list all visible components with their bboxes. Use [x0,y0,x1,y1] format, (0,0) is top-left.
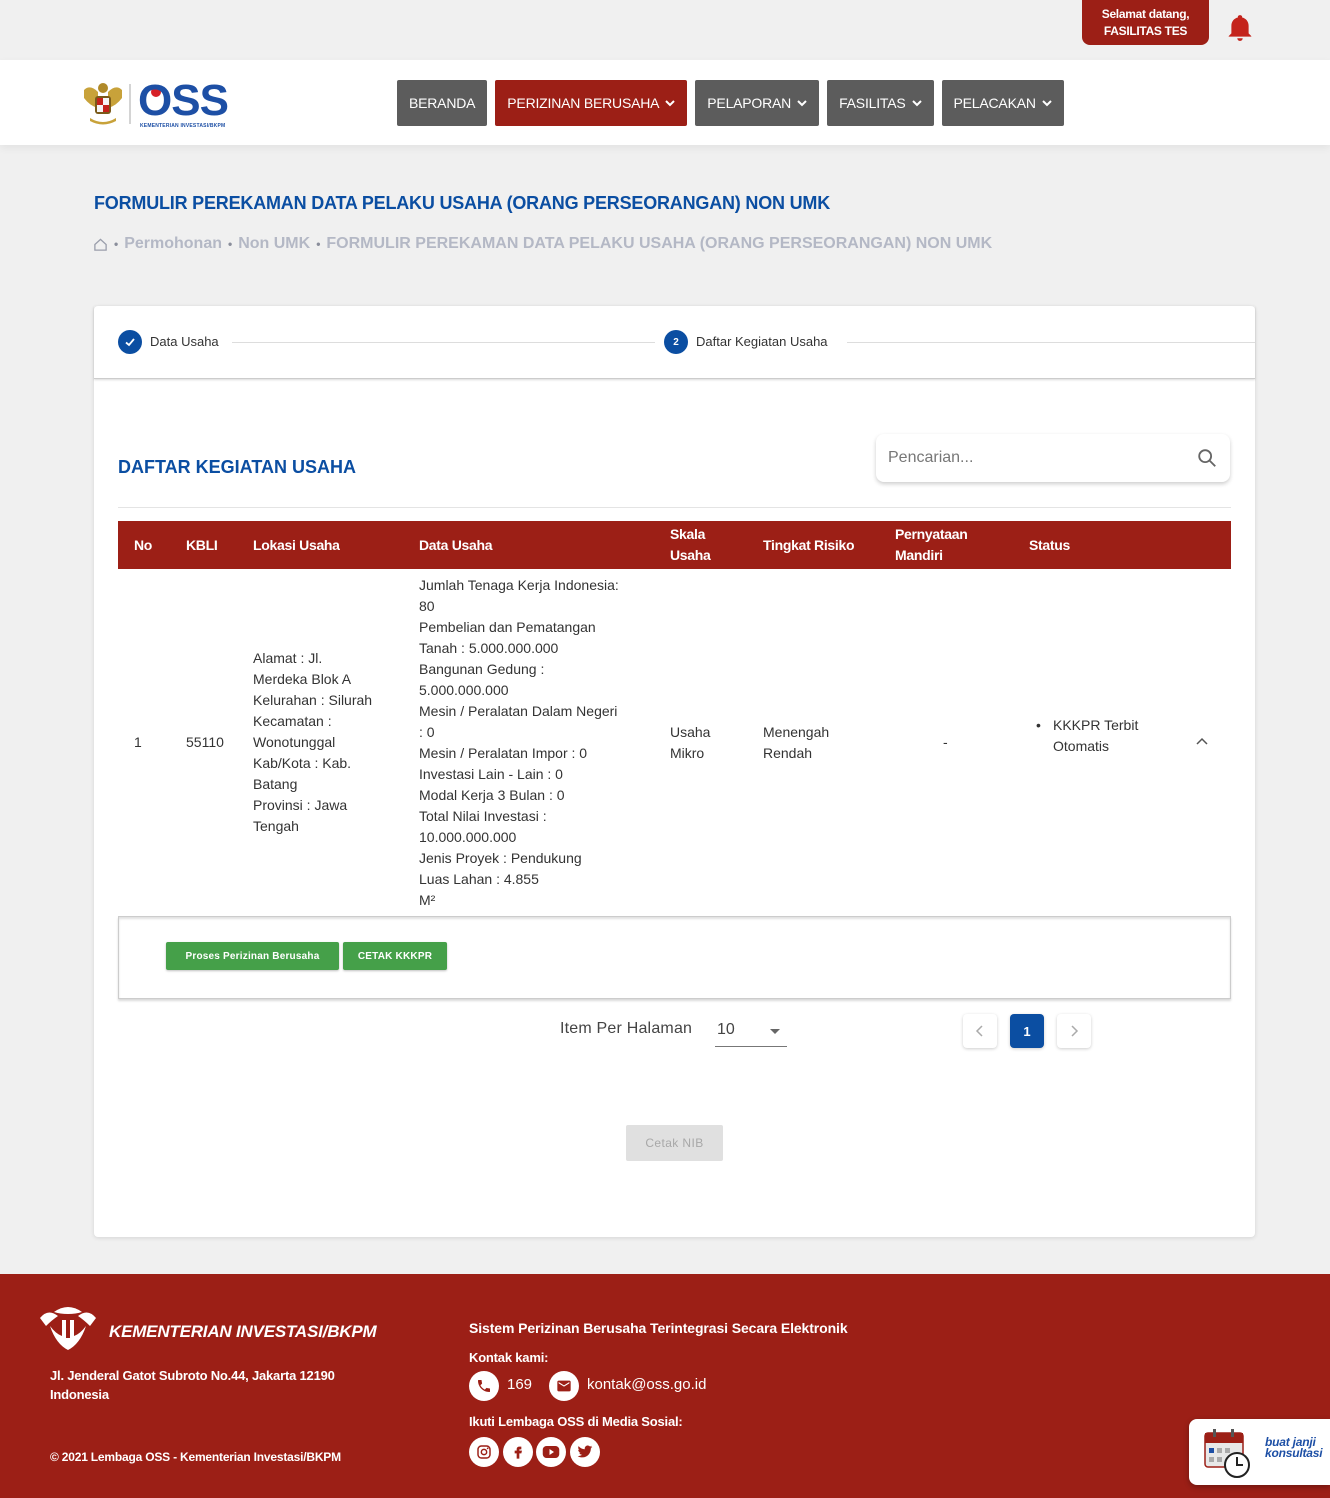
search-box [876,434,1230,482]
th-kbli: KBLI [186,536,218,553]
breadcrumb-separator: • [228,237,233,251]
twitter-icon[interactable] [570,1437,600,1467]
th-data-usaha: Data Usaha [419,536,493,553]
cell-lokasi-usaha: Alamat : Jl. Merdeka Blok A Kelurahan : … [253,650,373,834]
nav-pelacakan[interactable]: PELACAKAN [941,80,1064,126]
page-button-current[interactable]: 1 [1010,1014,1044,1048]
breadcrumb-current: FORMULIR PEREKAMAN DATA PELAKU USAHA (OR… [326,235,993,252]
footer-address: Jl. Jenderal Gatot Subroto No.44, Jakart… [50,1368,335,1402]
nav-perizinan-berusaha[interactable]: PERIZINAN BERUSAHA [495,80,688,126]
breadcrumb-separator: • [114,237,119,251]
search-icon[interactable] [1196,447,1218,469]
home-icon[interactable] [93,237,108,252]
status-text: KKKPR Terbit Otomatis [1053,717,1139,754]
nav-label: PELACAKAN [953,95,1036,111]
email-icon[interactable] [549,1371,579,1401]
footer-system-name: Sistem Perizinan Berusaha Terintegrasi S… [469,1320,848,1336]
proses-perizinan-button[interactable]: Proses Perizinan Berusaha [166,942,339,970]
consultation-widget[interactable]: buat janji konsultasi [1189,1419,1330,1485]
step-label-data-usaha[interactable]: Data Usaha [150,334,219,349]
bell-icon[interactable] [1227,14,1253,42]
breadcrumb-permohonan[interactable]: Permohonan [124,235,222,253]
divider [118,507,1231,508]
next-page-button[interactable] [1057,1014,1091,1048]
welcome-greeting: Selamat datang, [1101,7,1190,21]
cetak-kkkpr-button[interactable]: CETAK KKKPR [343,942,447,970]
cetak-nib-button[interactable]: Cetak NIB [626,1125,723,1161]
consultation-text: buat janji konsultasi [1265,1436,1323,1460]
cell-kbli: 55110 [186,734,224,750]
top-bar: Selamat datang, FASILITAS TES [0,0,1330,60]
chevron-down-icon [797,100,807,107]
caret-down-icon [770,1029,780,1034]
items-per-page-select[interactable]: 10 [715,1017,787,1047]
cell-no: 1 [134,734,142,750]
oss-logo-text: OSS [138,76,229,125]
step-connector [847,342,1255,343]
nav-fasilitas[interactable]: FASILITAS [827,80,934,126]
facebook-icon[interactable] [503,1437,533,1467]
phone-icon[interactable] [469,1371,499,1401]
table-header: No KBLI Lokasi Usaha Data Usaha Skala Us… [118,521,1231,569]
stepper: Data Usaha 2 Daftar Kegiatan Usaha [94,306,1255,379]
step-number-2[interactable]: 2 [664,330,688,354]
breadcrumb-non-umk[interactable]: Non UMK [238,235,310,253]
footer-contact-label: Kontak kami: [469,1350,549,1365]
chevron-left-icon [975,1025,983,1037]
chevron-down-icon [665,100,676,107]
cell-data-usaha: Jumlah Tenaga Kerja Indonesia: 80 Pembel… [419,577,619,908]
nav-pelaporan[interactable]: PELAPORAN [695,80,820,126]
main-header: OSS KEMENTERIAN INVESTASI/BKPM BERANDA P… [0,60,1330,145]
main-nav: BERANDA PERIZINAN BERUSAHA PELAPORAN FAS… [397,80,1064,126]
items-per-page-label: Item Per Halaman [560,1020,693,1037]
oss-logo[interactable]: OSS KEMENTERIAN INVESTASI/BKPM [80,76,240,130]
th-no: No [134,536,153,553]
breadcrumb-separator: • [316,237,321,251]
cell-tingkat-risiko: Menengah Rendah [763,724,830,761]
nav-label: FASILITAS [839,95,906,111]
nav-label: BERANDA [409,95,476,111]
row-detail-panel: Proses Perizinan Berusaha CETAK KKKPR [118,916,1231,999]
welcome-badge[interactable]: Selamat datang, FASILITAS TES [1082,0,1209,45]
breadcrumb: • Permohonan • Non UMK • FORMULIR PEREKA… [93,235,992,253]
chevron-up-icon[interactable] [1194,734,1210,750]
step-connector [232,342,655,343]
nav-label: PELAPORAN [707,95,792,111]
step-done-check-icon[interactable] [118,330,142,354]
oss-logo-subtext: KEMENTERIAN INVESTASI/BKPM [140,123,226,129]
search-input[interactable] [888,447,1188,469]
youtube-icon[interactable] [536,1437,566,1467]
footer-org-name: KEMENTERIAN INVESTASI/BKPM [109,1322,377,1341]
th-status: Status [1029,536,1070,553]
th-pernyataan-mandiri: Pernyataan Mandiri [895,526,968,563]
instagram-icon[interactable] [469,1437,499,1467]
bullet-icon: • [1036,717,1041,733]
footer-phone[interactable]: 169 [507,1376,532,1393]
footer: KEMENTERIAN INVESTASI/BKPM Jl. Jenderal … [0,1274,1330,1498]
footer-follow-label: Ikuti Lembaga OSS di Media Sosial: [469,1414,683,1429]
th-lokasi: Lokasi Usaha [253,536,340,553]
section-title: DAFTAR KEGIATAN USAHA [118,457,356,477]
footer-copyright: © 2021 Lembaga OSS - Kementerian Investa… [50,1450,341,1464]
nav-beranda[interactable]: BERANDA [397,80,488,126]
cell-skala-usaha: Usaha Mikro [670,724,711,761]
chevron-right-icon [1071,1025,1079,1037]
cell-pernyataan-mandiri: - [943,734,948,750]
th-tingkat-risiko: Tingkat Risiko [763,536,855,553]
prev-page-button[interactable] [963,1014,997,1048]
chevron-down-icon [911,100,922,107]
bkpm-logo-icon [40,1307,96,1350]
main-card: Data Usaha 2 Daftar Kegiatan Usaha DAFTA… [94,306,1255,1237]
step-label-daftar-kegiatan[interactable]: Daftar Kegiatan Usaha [696,334,828,349]
calendar-clock-icon [1204,1429,1250,1478]
th-skala-usaha: Skala Usaha [670,526,711,563]
consult-line2: konsultasi [1265,1446,1323,1460]
footer-email[interactable]: kontak@oss.go.id [587,1376,706,1393]
nav-label: PERIZINAN BERUSAHA [507,95,660,111]
welcome-username: FASILITAS TES [1103,24,1188,38]
page-title: FORMULIR PEREKAMAN DATA PELAKU USAHA (OR… [94,193,830,213]
chevron-down-icon [1042,100,1052,107]
items-per-page-value: 10 [717,1021,735,1038]
table-row[interactable]: 1 55110 Alamat : Jl. Merdeka Blok A Kelu… [118,569,1231,916]
